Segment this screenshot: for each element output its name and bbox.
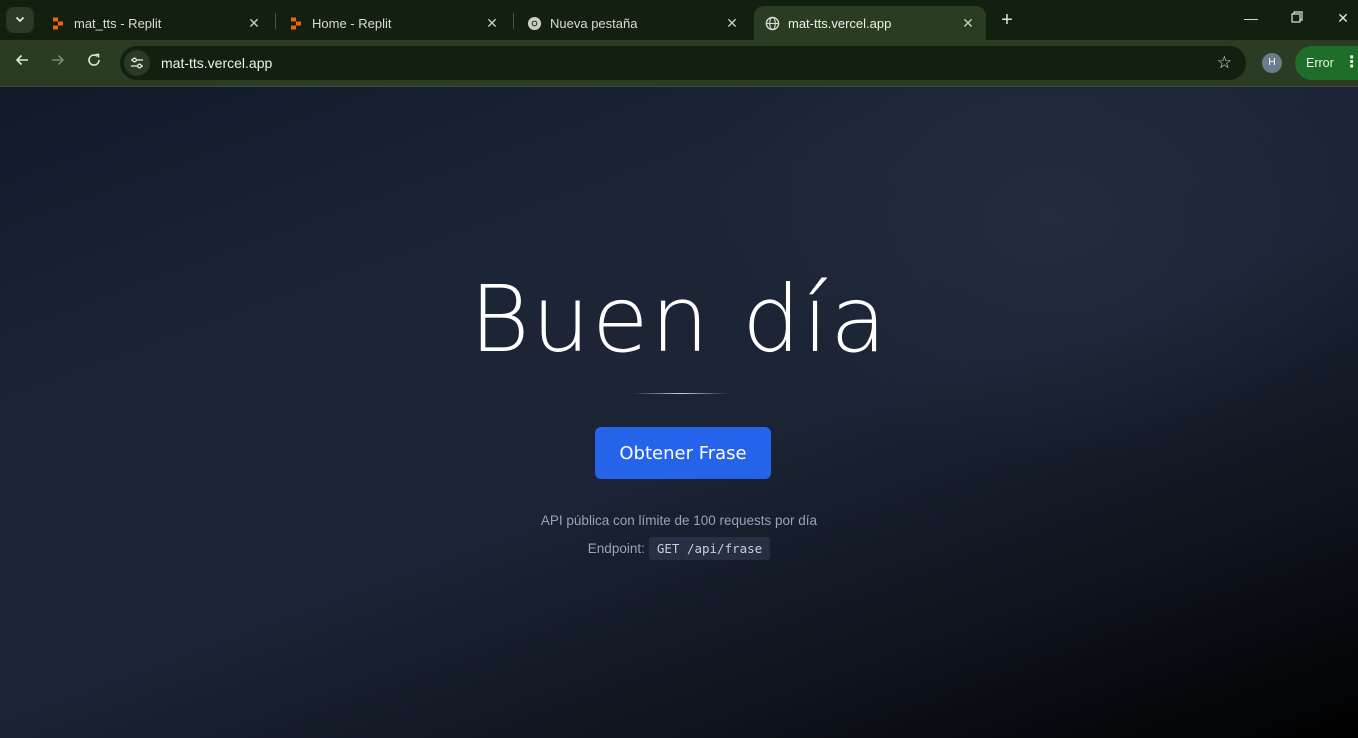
url-text: mat-tts.vercel.app — [161, 55, 273, 71]
divider — [633, 393, 729, 394]
tab-title: Home - Replit — [312, 15, 392, 31]
tab-title: Nueva pestaña — [550, 15, 638, 31]
tune-icon — [131, 57, 143, 69]
kebab-menu-icon: ⋮ — [1343, 54, 1358, 71]
reload-button[interactable] — [83, 52, 105, 74]
window-close-icon[interactable]: ✕ — [1333, 10, 1353, 27]
browser-toolbar: mat-tts.vercel.app ☆ H Error ⋮ — [0, 40, 1358, 87]
tab-nueva-pestana[interactable]: Nueva pestaña ✕ — [516, 6, 750, 40]
tab-title: mat-tts.vercel.app — [788, 15, 892, 31]
tab-title: mat_tts - Replit — [74, 15, 162, 31]
greeting-heading: Buen día — [469, 266, 889, 373]
replit-icon — [288, 15, 304, 31]
get-phrase-button[interactable]: Obtener Frase — [595, 427, 771, 479]
tab-search-button[interactable] — [6, 7, 34, 33]
close-icon[interactable]: ✕ — [722, 15, 742, 32]
close-icon[interactable]: ✕ — [244, 15, 264, 32]
new-tab-button[interactable]: + — [996, 9, 1018, 32]
close-icon[interactable]: ✕ — [482, 15, 502, 32]
endpoint-code: GET /api/frase — [648, 537, 771, 560]
close-icon[interactable]: ✕ — [958, 15, 978, 32]
tab-home-replit[interactable]: Home - Replit ✕ — [278, 6, 510, 40]
profile-avatar[interactable]: H — [1262, 53, 1282, 73]
error-label: Error — [1306, 56, 1334, 70]
minimize-icon[interactable]: — — [1241, 10, 1261, 26]
reload-icon — [88, 53, 100, 66]
arrow-right-icon — [52, 54, 65, 66]
page-content: Buen día Obtener Frase API pública con l… — [0, 87, 1358, 738]
restore-icon[interactable] — [1287, 10, 1307, 26]
error-menu-button[interactable]: Error ⋮ — [1295, 46, 1358, 80]
tab-strip: mat_tts - Replit ✕ Home - Replit ✕ Nueva… — [0, 0, 1358, 40]
endpoint-label: Endpoint: — [587, 541, 645, 556]
forward-button[interactable] — [47, 52, 69, 74]
back-button[interactable] — [11, 52, 33, 74]
tab-separator — [513, 13, 514, 29]
address-bar[interactable]: mat-tts.vercel.app ☆ — [120, 46, 1246, 80]
replit-icon — [50, 15, 66, 31]
arrow-left-icon — [15, 54, 28, 66]
bookmark-star-icon[interactable]: ☆ — [1217, 53, 1232, 73]
endpoint-row: Endpoint: GET /api/frase — [0, 537, 1358, 560]
tab-mat-tts-vercel[interactable]: mat-tts.vercel.app ✕ — [754, 6, 986, 40]
globe-icon — [764, 15, 780, 31]
tab-separator — [275, 13, 276, 29]
api-limit-note: API pública con límite de 100 requests p… — [540, 513, 818, 528]
site-info-button[interactable] — [124, 50, 150, 76]
tab-mat-tts-replit[interactable]: mat_tts - Replit ✕ — [40, 6, 272, 40]
chrome-icon — [526, 15, 542, 31]
chevron-down-icon — [14, 13, 26, 28]
